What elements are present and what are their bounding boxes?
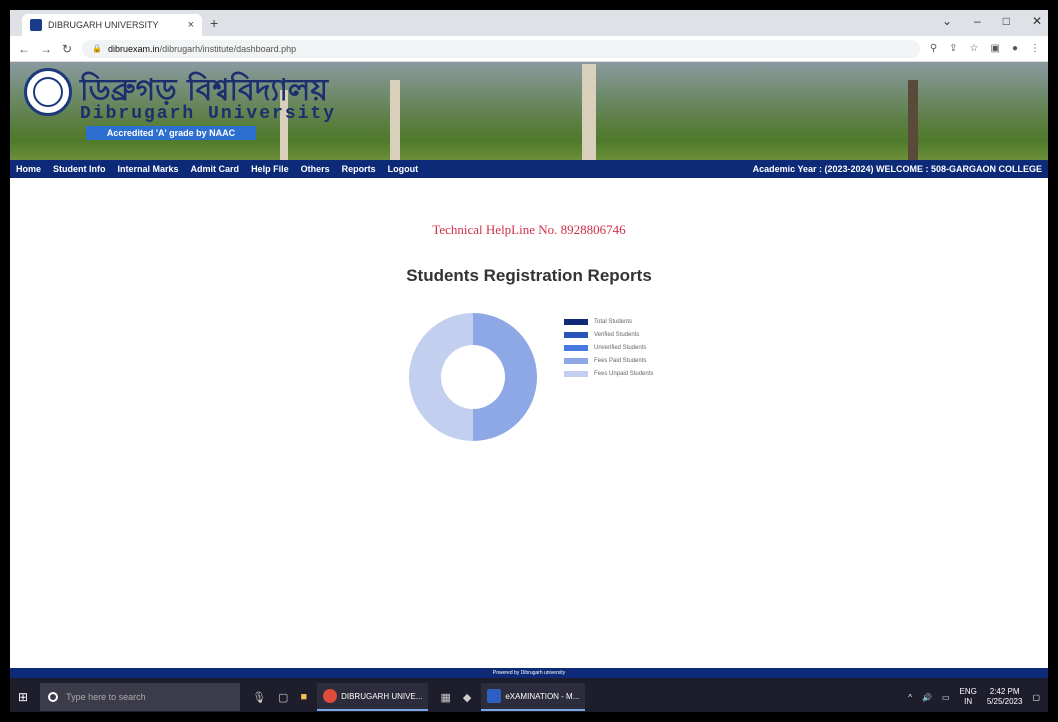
tab-title: DIBRUGARH UNIVERSITY: [48, 20, 159, 30]
donut-slice-fees-paid-students[interactable]: [473, 313, 537, 441]
legend-item[interactable]: Total Students: [564, 316, 653, 328]
sidepanel-icon[interactable]: ▣: [991, 43, 1000, 54]
legend-label: Fees Unpaid Students: [594, 371, 654, 377]
app-icon[interactable]: ▦: [440, 691, 450, 704]
legend-label: Fees Paid Students: [594, 358, 647, 364]
registration-donut-chart: [409, 313, 537, 441]
university-name-english: Dibrugarh University: [80, 104, 337, 124]
clock[interactable]: 2:42 PM 5/25/2023: [987, 687, 1023, 707]
notification-icon[interactable]: ▢: [1032, 693, 1040, 702]
legend-swatch: [564, 358, 588, 364]
taskbar-app-chrome[interactable]: DIBRUGARH UNIVE...: [317, 683, 429, 711]
menu-logout[interactable]: Logout: [388, 164, 419, 174]
legend-swatch: [564, 332, 588, 338]
legend-label: Verified Students: [594, 332, 640, 338]
word-icon: [487, 689, 502, 703]
naac-badge: Accredited 'A' grade by NAAC: [86, 126, 256, 140]
close-tab-icon[interactable]: ×: [188, 19, 194, 31]
legend-swatch: [564, 319, 588, 325]
legend-item[interactable]: Verified Students: [564, 329, 653, 341]
url-input[interactable]: 🔒 dibruexam.in /dibrugarh/institute/dash…: [82, 39, 920, 58]
browser-tab[interactable]: DIBRUGARH UNIVERSITY ×: [22, 14, 202, 36]
app-icon[interactable]: ◆: [463, 691, 471, 704]
legend-item[interactable]: Fees Unpaid Students: [564, 368, 653, 380]
menu-dots-icon[interactable]: ⋮: [1030, 43, 1040, 54]
lock-icon: 🔒: [92, 44, 103, 53]
menu-others[interactable]: Others: [301, 164, 330, 174]
taskbar-app-word-label: eXAMINATION - M...: [505, 691, 580, 701]
file-explorer-icon[interactable]: ■: [300, 691, 307, 703]
helpline-text: Technical HelpLine No. 8928806746: [432, 222, 626, 237]
forward-icon[interactable]: →: [40, 42, 52, 56]
zoom-icon[interactable]: ⚲: [930, 43, 937, 54]
maximize-icon[interactable]: □: [1003, 14, 1010, 28]
clock-time: 2:42 PM: [989, 687, 1020, 696]
search-placeholder: Type here to search: [66, 692, 146, 702]
address-bar: ← → ↻ 🔒 dibruexam.in /dibrugarh/institut…: [10, 36, 1048, 62]
taskbar-app-word[interactable]: eXAMINATION - M...: [481, 683, 586, 711]
donut-slice-fees-unpaid-students[interactable]: [409, 313, 473, 441]
url-path: /dibrugarh/institute/dashboard.php: [159, 43, 297, 54]
screenshot-frame: DIBRUGARH UNIVERSITY × + ⌄ – □ ✕ ← → ↻ 🔒…: [8, 8, 1050, 714]
chrome-icon: [323, 689, 338, 703]
task-view-icon[interactable]: ▢: [278, 691, 288, 704]
menu-student-info[interactable]: Student Info: [53, 164, 106, 174]
chevron-down-icon[interactable]: ⌄: [942, 14, 952, 28]
welcome-text: Academic Year : (2023-2024) WELCOME : 50…: [752, 164, 1042, 174]
tree-trunk: [582, 64, 596, 160]
language-label: ENG: [959, 687, 977, 696]
menu-admit-card[interactable]: Admit Card: [191, 164, 240, 174]
favicon-icon: [30, 19, 42, 31]
window-controls: ⌄ – □ ✕: [942, 14, 1042, 28]
main-menu: Home Student Info Internal Marks Admit C…: [10, 160, 1048, 178]
legend-swatch: [564, 371, 588, 377]
chevron-up-icon[interactable]: ^: [908, 693, 912, 702]
legend-label: Unverified Students: [594, 345, 647, 351]
star-icon[interactable]: ☆: [970, 43, 979, 54]
search-icon: [48, 692, 59, 702]
report-title: Students Registration Reports: [406, 266, 652, 285]
legend-item[interactable]: Fees Paid Students: [564, 355, 653, 367]
university-banner: ডিব্ৰুগড় বিশ্ববিদ্যালয় Dibrugarh Unive…: [10, 62, 1048, 160]
taskbar-app-chrome-label: DIBRUGARH UNIVE...: [341, 691, 423, 701]
language-indicator[interactable]: ENG IN: [960, 687, 977, 707]
volume-icon[interactable]: 🔊: [922, 693, 932, 702]
menu-home[interactable]: Home: [16, 164, 41, 174]
menu-help-file[interactable]: Help File: [251, 164, 289, 174]
clock-date: 5/25/2023: [986, 697, 1023, 706]
reload-icon[interactable]: ↻: [62, 42, 72, 56]
menu-reports[interactable]: Reports: [342, 164, 376, 174]
legend-item[interactable]: Unverified Students: [564, 342, 653, 354]
back-icon[interactable]: ←: [18, 42, 30, 56]
browser-tabbar: DIBRUGARH UNIVERSITY × + ⌄ – □ ✕: [10, 10, 1048, 36]
profile-icon[interactable]: ●: [1012, 43, 1018, 54]
tree-trunk: [908, 80, 918, 160]
chart-legend: Total Students Verified Students Unverifie…: [564, 316, 653, 381]
minimize-icon[interactable]: –: [974, 14, 981, 28]
browser-tools: ⚲ ⇪ ☆ ▣ ● ⋮: [930, 43, 1040, 54]
microphone-icon[interactable]: 🎙: [252, 691, 266, 704]
tree-trunk: [390, 80, 400, 160]
close-window-icon[interactable]: ✕: [1032, 14, 1042, 28]
page-footer: Powered by Dibrugarh university: [10, 668, 1048, 678]
new-tab-icon[interactable]: +: [210, 15, 218, 31]
legend-label: Total Students: [594, 319, 633, 325]
menu-internal-marks[interactable]: Internal Marks: [118, 164, 179, 174]
legend-swatch: [564, 345, 588, 351]
network-icon[interactable]: ▭: [942, 693, 950, 702]
windows-taskbar: ⊞ Type here to search 🎙 ▢ ■ DIBRUGARH UN…: [10, 678, 1048, 712]
url-host: dibruexam.in: [108, 43, 160, 54]
system-tray: ^ 🔊 ▭ ENG IN 2:42 PM 5/25/2023 ▢: [908, 687, 1040, 707]
taskbar-search-input[interactable]: Type here to search: [40, 683, 241, 711]
share-icon[interactable]: ⇪: [949, 43, 957, 54]
region-label: IN: [964, 697, 973, 706]
windows-start-icon[interactable]: ⊞: [18, 690, 28, 704]
university-logo[interactable]: [24, 68, 72, 116]
